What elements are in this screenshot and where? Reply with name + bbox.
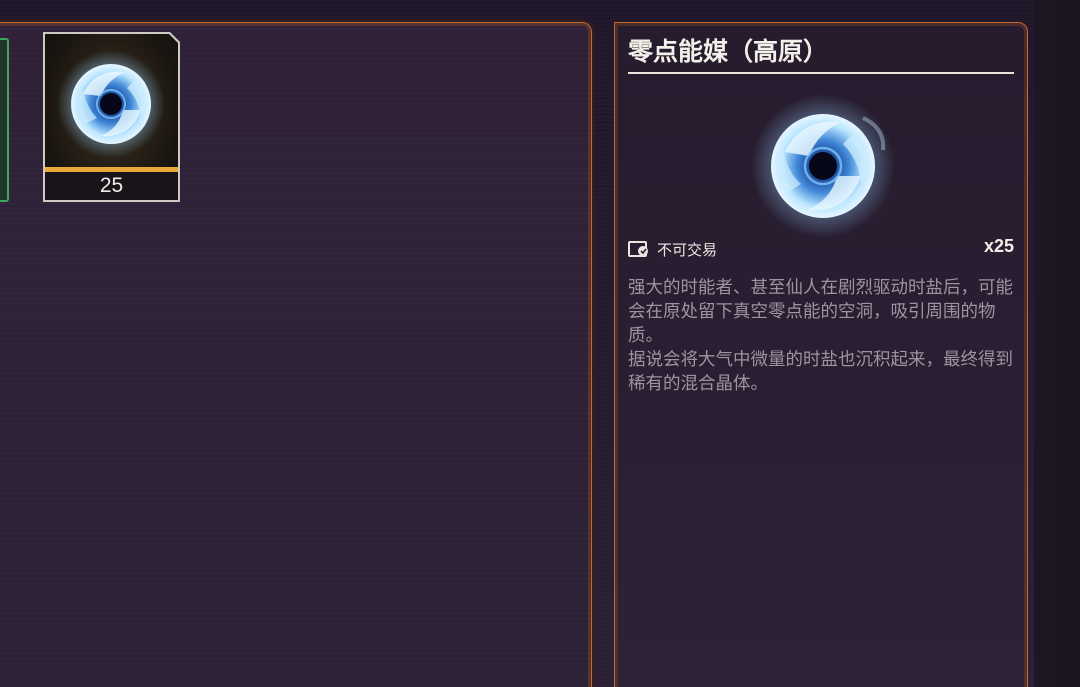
trade-status-label: 不可交易 xyxy=(657,240,718,259)
item-quantity: x25 xyxy=(983,236,1014,256)
item-count: 25 xyxy=(45,172,178,200)
inventory-item-slot-partial[interactable] xyxy=(0,38,9,202)
right-margin xyxy=(1034,0,1080,687)
no-trade-icon xyxy=(628,241,648,257)
game-inventory-screen: 25 零点能媒（高原） 不可交易 x25 强大的时能者、甚至仙人在剧烈驱动时盐后… xyxy=(0,0,1080,687)
item-title: 零点能媒（高原） xyxy=(628,34,1014,74)
description-paragraph: 强大的时能者、甚至仙人在剧烈驱动时盐后，可能会在原处留下真空零点能的空洞，吸引周… xyxy=(628,278,1013,346)
item-description: 强大的时能者、甚至仙人在剧烈驱动时盐后，可能会在原处留下真空零点能的空洞，吸引周… xyxy=(628,276,1014,396)
description-paragraph: 据说会将大气中微量的时盐也沉积起来，最终得到稀有的混合晶体。 xyxy=(628,350,1013,394)
zero-point-orb-icon xyxy=(55,44,168,162)
inventory-item-slot[interactable]: 25 xyxy=(43,32,180,202)
trade-status: 不可交易 xyxy=(628,238,717,260)
item-slot-frame: 25 xyxy=(45,34,178,200)
zero-point-orb-large-icon xyxy=(751,94,895,238)
